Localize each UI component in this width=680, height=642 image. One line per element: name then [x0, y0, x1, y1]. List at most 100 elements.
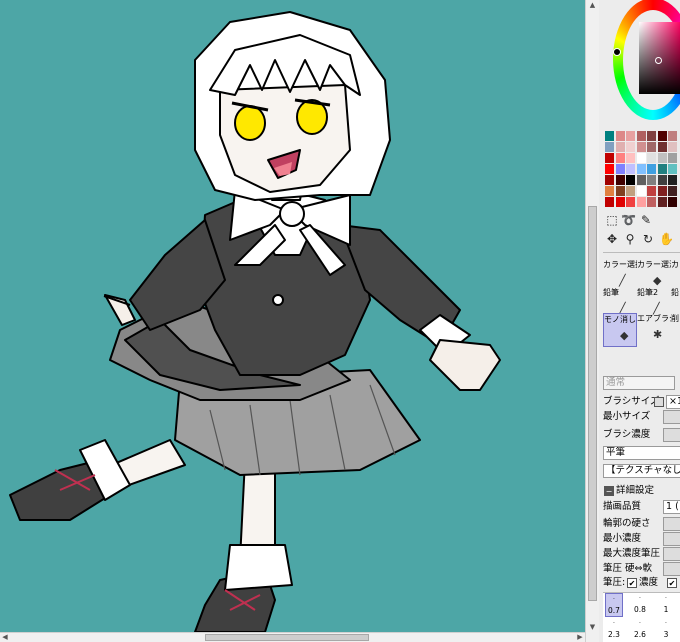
- brush-extra-3[interactable]: 削: [671, 313, 680, 347]
- rotate-icon[interactable]: ↻: [641, 232, 655, 246]
- color-swatch[interactable]: [605, 131, 614, 141]
- horizontal-scroll-thumb[interactable]: [205, 634, 369, 641]
- brush-mono-eraser[interactable]: モノ消し ◆: [603, 313, 637, 347]
- color-swatch[interactable]: [636, 164, 646, 174]
- color-swatch[interactable]: [636, 175, 646, 185]
- min-density-slider[interactable]: [663, 532, 680, 546]
- blend-mode-select[interactable]: 通常: [603, 376, 675, 390]
- edge-hardness-label: 輪郭の硬さ: [603, 518, 651, 529]
- color-swatch[interactable]: [657, 153, 667, 163]
- select-rect-icon[interactable]: ⬚: [605, 213, 619, 227]
- brush-shape-select[interactable]: 平筆: [603, 446, 680, 460]
- color-swatch[interactable]: [647, 197, 656, 207]
- color-swatch[interactable]: [605, 164, 614, 174]
- color-swatch[interactable]: [626, 153, 635, 163]
- color-swatch[interactable]: [626, 131, 635, 141]
- pressure-size-checkbox[interactable]: ✔: [667, 578, 677, 588]
- color-palette[interactable]: [605, 131, 680, 209]
- move-icon[interactable]: ✥: [605, 232, 619, 246]
- scroll-right-arrow-icon[interactable]: ▶: [575, 633, 585, 642]
- color-swatch[interactable]: [647, 175, 656, 185]
- edge-hardness-slider[interactable]: [663, 517, 680, 531]
- color-swatch[interactable]: [657, 142, 667, 152]
- color-swatch[interactable]: [636, 153, 646, 163]
- size-cell[interactable]: · 1: [657, 593, 675, 617]
- color-swatch[interactable]: [605, 142, 614, 152]
- color-swatch[interactable]: [636, 142, 646, 152]
- color-swatch[interactable]: [615, 175, 625, 185]
- texture-select[interactable]: 【テクスチャなし】: [603, 464, 680, 478]
- color-swatch[interactable]: [605, 197, 614, 207]
- pressure-hardness-label: 筆圧 硬⇔軟: [603, 563, 652, 574]
- color-swatch[interactable]: [668, 164, 677, 174]
- color-swatch[interactable]: [615, 164, 625, 174]
- min-size-slider[interactable]: [663, 410, 680, 424]
- brush-icon: ╱: [619, 274, 626, 287]
- vertical-scroll-thumb[interactable]: [588, 206, 597, 601]
- color-swatch[interactable]: [657, 186, 667, 196]
- max-density-pressure-slider[interactable]: [663, 547, 680, 561]
- magic-wand-icon[interactable]: ✎: [639, 213, 653, 227]
- color-swatch[interactable]: [657, 164, 667, 174]
- color-swatch[interactable]: [668, 186, 677, 196]
- color-swatch[interactable]: [657, 197, 667, 207]
- brush-airbrush[interactable]: エアブラシ ✱: [637, 313, 671, 347]
- color-swatch[interactable]: [668, 197, 677, 207]
- pressure-hardness-slider[interactable]: [663, 562, 680, 576]
- lasso-icon[interactable]: ➰: [621, 213, 636, 227]
- size-cell[interactable]: · 3: [657, 618, 675, 642]
- color-swatch[interactable]: [626, 142, 635, 152]
- color-swatch[interactable]: [647, 142, 656, 152]
- brush-label: モノ消し: [604, 315, 636, 324]
- zoom-icon[interactable]: ⚲: [623, 232, 637, 246]
- color-swatch[interactable]: [668, 142, 677, 152]
- color-swatch[interactable]: [605, 153, 614, 163]
- color-marker[interactable]: [655, 57, 662, 64]
- color-swatch[interactable]: [668, 153, 677, 163]
- size-cell[interactable]: · 2.6: [631, 618, 649, 642]
- color-swatch[interactable]: [636, 186, 646, 196]
- color-swatch[interactable]: [647, 131, 656, 141]
- collapse-icon[interactable]: −: [604, 486, 614, 496]
- size-cell[interactable]: · 2.3: [605, 618, 623, 642]
- hue-marker[interactable]: [613, 48, 621, 56]
- scroll-down-arrow-icon[interactable]: ▼: [586, 622, 599, 632]
- min-density-label: 最小濃度: [603, 533, 642, 544]
- character-illustration: [9, 11, 501, 632]
- color-swatch[interactable]: [605, 186, 614, 196]
- hand-icon[interactable]: ✋: [659, 232, 674, 246]
- color-swatch[interactable]: [668, 175, 677, 185]
- color-swatch[interactable]: [668, 131, 677, 141]
- brush-density-slider[interactable]: [663, 428, 680, 442]
- color-swatch[interactable]: [647, 186, 656, 196]
- brush-size-mult[interactable]: ×1: [666, 395, 680, 409]
- color-swatch[interactable]: [626, 164, 635, 174]
- quality-select[interactable]: 1 (: [663, 500, 680, 514]
- color-swatch[interactable]: [626, 175, 635, 185]
- vertical-scrollbar[interactable]: ▲ ▼: [585, 0, 599, 642]
- horizontal-scrollbar[interactable]: ◀ ▶: [0, 632, 585, 642]
- color-swatch[interactable]: [615, 131, 625, 141]
- color-swatch[interactable]: [615, 197, 625, 207]
- color-swatch[interactable]: [615, 153, 625, 163]
- brush-density-label: ブラシ濃度: [603, 429, 651, 440]
- size-cell[interactable]: · 0.8: [631, 593, 649, 617]
- drawing-canvas[interactable]: [0, 0, 585, 632]
- color-swatch[interactable]: [626, 186, 635, 196]
- scroll-left-arrow-icon[interactable]: ◀: [0, 633, 10, 642]
- scroll-up-arrow-icon[interactable]: ▲: [586, 0, 599, 10]
- color-swatch[interactable]: [636, 131, 646, 141]
- color-swatch[interactable]: [647, 164, 656, 174]
- color-swatch[interactable]: [615, 186, 625, 196]
- color-swatch[interactable]: [626, 197, 635, 207]
- more-tool-icon[interactable]: ⋮: [675, 232, 680, 246]
- color-swatch[interactable]: [605, 175, 614, 185]
- color-swatch[interactable]: [657, 175, 667, 185]
- pressure-density-checkbox[interactable]: ✔: [627, 578, 637, 588]
- color-swatch[interactable]: [647, 153, 656, 163]
- size-lock-checkbox[interactable]: [654, 397, 664, 407]
- size-cell-selected[interactable]: · 0.7: [605, 593, 623, 617]
- color-swatch[interactable]: [657, 131, 667, 141]
- color-swatch[interactable]: [636, 197, 646, 207]
- color-swatch[interactable]: [615, 142, 625, 152]
